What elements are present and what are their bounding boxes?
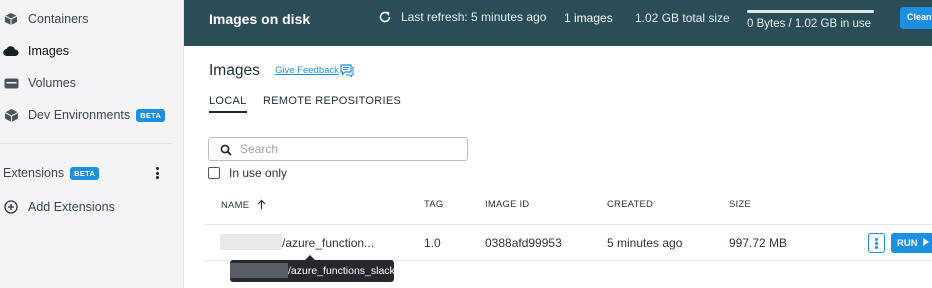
image-created-cell: 5 minutes ago <box>607 236 683 250</box>
main-content: Images Give Feedback LOCAL REMOTE REPOSI… <box>184 46 932 288</box>
refresh-text: Last refresh: 5 minutes ago <box>401 10 547 24</box>
total-size: 1.02 GB total size <box>635 11 730 25</box>
beta-badge: BETA <box>136 108 166 122</box>
run-button[interactable]: RUN <box>891 233 932 253</box>
refresh-icon[interactable] <box>378 10 392 24</box>
redacted-region <box>230 263 288 278</box>
image-size-cell: 997.72 MB <box>729 236 788 250</box>
play-icon <box>923 238 930 249</box>
search-input[interactable] <box>240 142 450 156</box>
sidebar-item-label: Images <box>28 44 69 58</box>
sidebar-item-label: Containers <box>28 12 89 26</box>
tab-local[interactable]: LOCAL <box>209 95 247 113</box>
sidebar: Containers Images Volumes Dev Environmen… <box>0 0 184 288</box>
image-count: 1 images <box>564 11 613 25</box>
column-header-tag[interactable]: TAG <box>424 199 443 210</box>
clean-button[interactable]: Clean <box>900 7 932 29</box>
column-header-label: NAME <box>221 200 250 211</box>
sort-ascending-icon[interactable] <box>257 199 266 212</box>
in-use-only-filter[interactable]: In use only <box>208 166 287 180</box>
sidebar-item-dev-environments[interactable]: Dev Environments BETA <box>0 103 166 127</box>
sidebar-divider <box>0 143 172 144</box>
usage-text: 0 Bytes / 1.02 GB in use <box>747 18 872 30</box>
give-feedback-link[interactable]: Give Feedback <box>275 65 339 76</box>
table-divider <box>204 224 932 225</box>
volume-icon <box>2 74 20 92</box>
search-icon <box>220 143 232 156</box>
sidebar-item-label: Volumes <box>28 76 76 90</box>
image-name-cell[interactable]: /azure_function... <box>282 236 374 250</box>
column-header-size[interactable]: SIZE <box>729 199 751 210</box>
plus-circle-icon <box>2 198 20 216</box>
dev-env-icon <box>2 106 20 124</box>
top-header: Images on disk Last refresh: 5 minutes a… <box>184 0 932 46</box>
beta-badge: BETA <box>70 166 100 180</box>
disk-usage: 0 Bytes / 1.02 GB in use <box>747 10 874 30</box>
in-use-only-checkbox[interactable] <box>208 167 220 179</box>
refresh-status[interactable]: Last refresh: 5 minutes ago <box>378 10 546 24</box>
image-id-cell: 0388afd99953 <box>485 236 562 250</box>
feedback-icon[interactable] <box>340 64 354 78</box>
extensions-menu-button[interactable] <box>150 166 164 180</box>
cloud-icon <box>2 42 20 60</box>
redacted-region <box>220 234 282 250</box>
sidebar-item-images[interactable]: Images <box>0 39 69 63</box>
column-header-image-id[interactable]: IMAGE ID <box>485 199 529 210</box>
column-header-created[interactable]: CREATED <box>607 199 653 210</box>
sidebar-item-containers[interactable]: Containers <box>0 7 88 31</box>
add-extensions-button[interactable]: Add Extensions <box>0 195 115 219</box>
run-label-text: RUN <box>897 238 918 249</box>
extensions-label: Extensions <box>3 166 65 180</box>
in-use-only-label: In use only <box>229 166 288 180</box>
header-title: Images on disk <box>209 11 311 27</box>
container-icon <box>2 10 20 28</box>
column-header-name[interactable]: NAME <box>221 199 266 212</box>
image-tag-cell: 1.0 <box>424 236 441 250</box>
tab-remote-repositories[interactable]: REMOTE REPOSITORIES <box>263 95 401 107</box>
tooltip-text: /azure_functions_slack <box>288 265 395 277</box>
page-title: Images <box>209 62 260 79</box>
sidebar-item-label: Dev Environments <box>28 108 131 122</box>
add-extensions-label: Add Extensions <box>28 200 115 214</box>
sidebar-item-volumes[interactable]: Volumes <box>0 71 76 95</box>
more-options-button[interactable] <box>868 233 885 253</box>
extensions-header: Extensions BETA <box>0 162 178 184</box>
search-box[interactable] <box>208 137 468 161</box>
usage-bar <box>747 10 874 13</box>
